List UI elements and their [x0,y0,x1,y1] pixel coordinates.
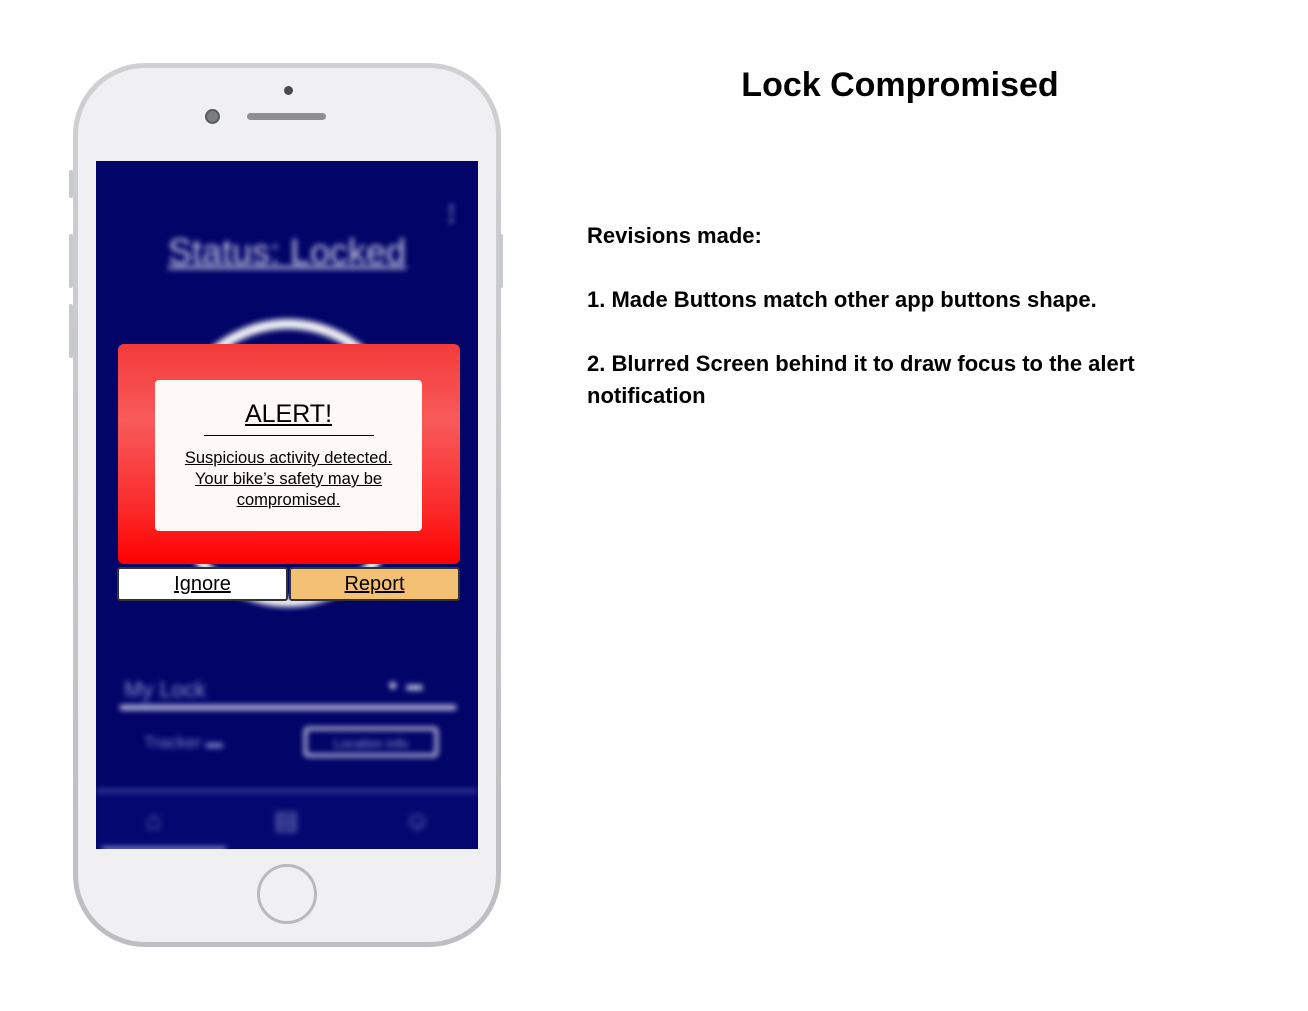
revision-notes: Revisions made: 1. Made Buttons match ot… [587,220,1147,444]
status-heading: Status: Locked [167,231,407,272]
phone-screen: Status: Locked My Lock ● ▬ Tracker ▬ Loc… [96,161,478,849]
home-icon: ⌂ [146,805,162,835]
my-lock-label: My Lock [124,677,206,702]
home-button[interactable] [257,864,317,924]
note-item-1: 1. Made Buttons match other app buttons … [587,287,1097,312]
lock-indicator-icons: ● ▬ [388,677,423,694]
ignore-button[interactable]: Ignore [117,567,288,601]
tracker-label: Tracker ▬ [144,733,223,752]
alert-title: ALERT! [244,400,333,428]
volume-up-button [69,234,73,288]
report-button[interactable]: Report [289,567,460,601]
silent-switch [69,170,73,198]
volume-down-button [69,304,73,358]
alert-notification: ALERT! Suspicious activity detected. You… [118,344,460,564]
map-icon: ▤ [274,805,299,835]
more-menu-icon [450,205,458,223]
nav-active-indicator [102,847,226,849]
front-camera-icon [205,109,220,124]
profile-icon: ☺ [404,805,431,835]
page-title: Lock Compromised [741,66,1059,104]
power-button [499,234,503,288]
bottom-nav: ⌂ ▤ ☺ [96,789,478,849]
proximity-sensor [284,86,293,95]
earpiece-speaker [247,113,326,120]
notes-heading: Revisions made: [587,223,762,248]
note-item-2: 2. Blurred Screen behind it to draw focu… [587,351,1135,408]
location-info-button: Location Info [304,727,438,757]
alert-message-box: ALERT! Suspicious activity detected. You… [155,380,422,531]
alert-message: Suspicious activity detected. Your bike’… [184,449,393,509]
divider [120,705,456,710]
alert-divider [203,435,374,436]
